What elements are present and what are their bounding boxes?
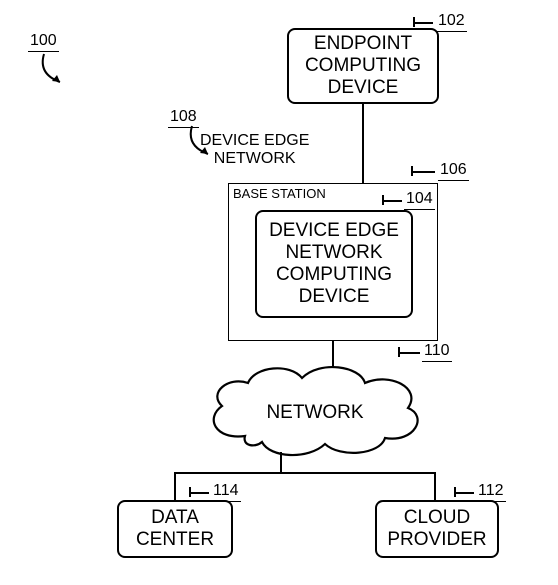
ref-110: 110 [424, 342, 450, 360]
data-center-box: DATA CENTER [117, 500, 233, 558]
connector-line [174, 472, 436, 474]
dencd-label: DEVICE EDGE NETWORK COMPUTING DEVICE [269, 220, 399, 307]
connector-line [362, 104, 364, 183]
endpoint-computing-device-box: ENDPOINT COMPUTING DEVICE [287, 28, 439, 104]
device-edge-network-label: DEVICE EDGE NETWORK [200, 132, 309, 167]
connector-line [174, 472, 176, 500]
endpoint-label: ENDPOINT COMPUTING DEVICE [305, 33, 421, 99]
connector-line [434, 472, 436, 500]
ref-112: 112 [478, 482, 504, 500]
ref-106: 106 [440, 161, 467, 179]
ref-100: 100 [30, 32, 57, 50]
network-cloud: NETWORK [200, 358, 430, 463]
device-edge-network-computing-device-box: DEVICE EDGE NETWORK COMPUTING DEVICE [255, 210, 413, 318]
cloud-provider-label: CLOUD PROVIDER [387, 507, 486, 551]
ref-104: 104 [406, 190, 433, 208]
ref-102: 102 [438, 12, 465, 30]
data-center-label: DATA CENTER [136, 507, 214, 551]
network-label: NETWORK [200, 402, 430, 424]
figure-arrow-icon [36, 52, 76, 92]
cloud-provider-box: CLOUD PROVIDER [375, 500, 499, 558]
base-station-label: BASE STATION [233, 186, 326, 201]
ref-114: 114 [213, 482, 239, 500]
connector-line [280, 452, 282, 474]
